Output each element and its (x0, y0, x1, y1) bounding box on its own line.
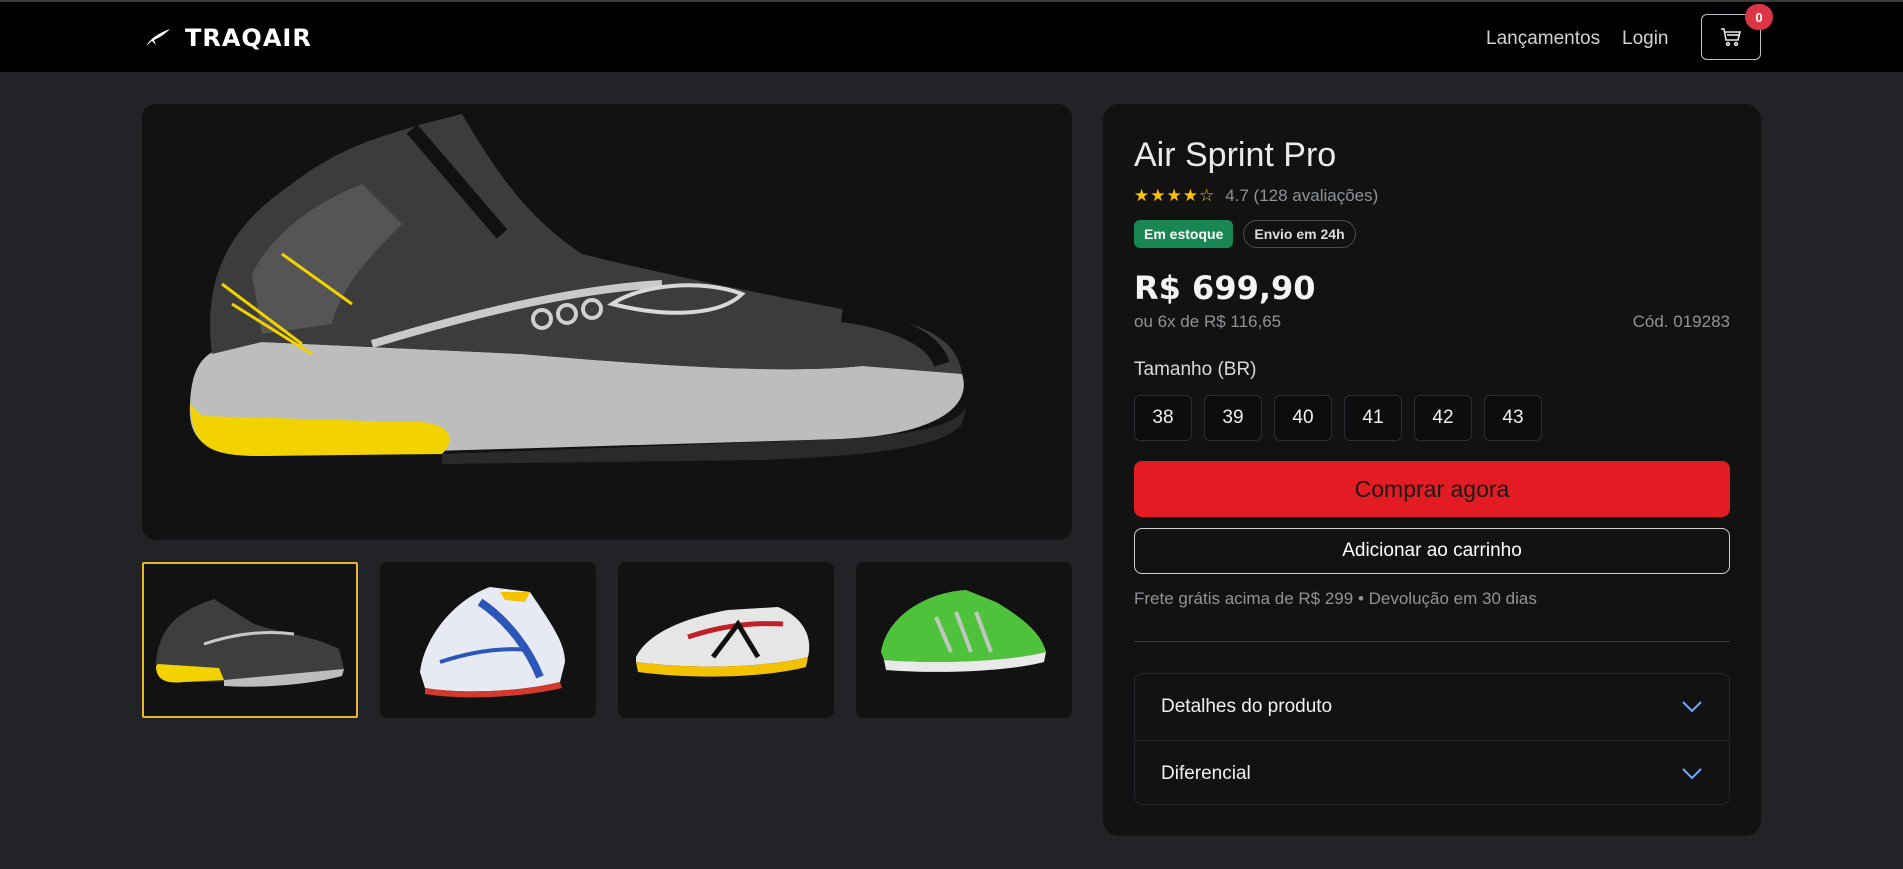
product-accordion: Detalhes do produto Diferencial (1134, 673, 1730, 805)
accordion-label: Diferencial (1161, 762, 1251, 784)
size-option-42[interactable]: 42 (1414, 395, 1472, 441)
accordion-label: Detalhes do produto (1161, 696, 1333, 717)
divider (1134, 641, 1730, 642)
product-title: Air Sprint Pro (1134, 136, 1337, 174)
size-option-43[interactable]: 43 (1484, 395, 1542, 441)
green-running-shoe-thumb (881, 590, 1046, 672)
white-red-yellow-running-shoe-thumb (636, 607, 810, 677)
brand-logo[interactable]: TRAQAIR (145, 24, 312, 52)
main-product-image (142, 104, 1072, 540)
size-selector: 38 39 40 41 42 43 (1134, 395, 1542, 441)
chevron-down-icon (1682, 767, 1702, 779)
accordion-item-diferencial[interactable]: Diferencial (1135, 740, 1729, 804)
size-option-39[interactable]: 39 (1204, 395, 1262, 441)
badges: Em estoque Envio em 24h (1134, 220, 1356, 248)
stock-badge: Em estoque (1134, 220, 1234, 248)
thumbnail-4[interactable] (856, 562, 1072, 718)
rating-stars-icon: ★★★★☆ (1134, 186, 1216, 205)
black-yellow-running-shoe-image (189, 114, 967, 464)
size-option-41[interactable]: 41 (1344, 395, 1402, 441)
thumbnail-2[interactable] (380, 562, 596, 718)
black-yellow-running-shoe-thumb (156, 599, 344, 687)
installments-text: ou 6x de R$ 116,65 (1134, 312, 1282, 331)
rating: ★★★★☆ 4.7 (128 avaliações) (1134, 186, 1378, 206)
thumbnail-1[interactable] (142, 562, 358, 718)
cart-count-badge: 0 (1745, 4, 1773, 30)
white-blue-red-running-shoe-thumb (420, 587, 565, 698)
buy-now-button[interactable]: Comprar agora (1134, 461, 1730, 517)
brand-name: TRAQAIR (185, 24, 312, 52)
product-price: R$ 699,90 (1134, 269, 1316, 307)
nav-link-login[interactable]: Login (1622, 28, 1669, 50)
cart-icon (1721, 28, 1742, 47)
chevron-down-icon (1682, 701, 1702, 713)
rating-text: 4.7 (128 avaliações) (1225, 186, 1379, 205)
shipping-note: Frete grátis acima de R$ 299 • Devolução… (1134, 589, 1537, 608)
accordion-item-details[interactable]: Detalhes do produto (1135, 674, 1729, 740)
navbar: TRAQAIR Lançamentos Login 0 (0, 0, 1903, 72)
nav-link-lancamentos[interactable]: Lançamentos (1486, 28, 1600, 50)
add-to-cart-button[interactable]: Adicionar ao carrinho (1134, 528, 1730, 574)
product-sku: Cód. 019283 (1632, 312, 1730, 331)
product-panel: Air Sprint Pro ★★★★☆ 4.7 (128 avaliações… (1103, 104, 1761, 836)
size-label: Tamanho (BR) (1134, 359, 1257, 380)
shipping-badge: Envio em 24h (1243, 220, 1356, 248)
size-option-38[interactable]: 38 (1134, 395, 1192, 441)
airplane-icon (146, 29, 170, 46)
size-option-40[interactable]: 40 (1274, 395, 1332, 441)
thumbnail-3[interactable] (618, 562, 834, 718)
